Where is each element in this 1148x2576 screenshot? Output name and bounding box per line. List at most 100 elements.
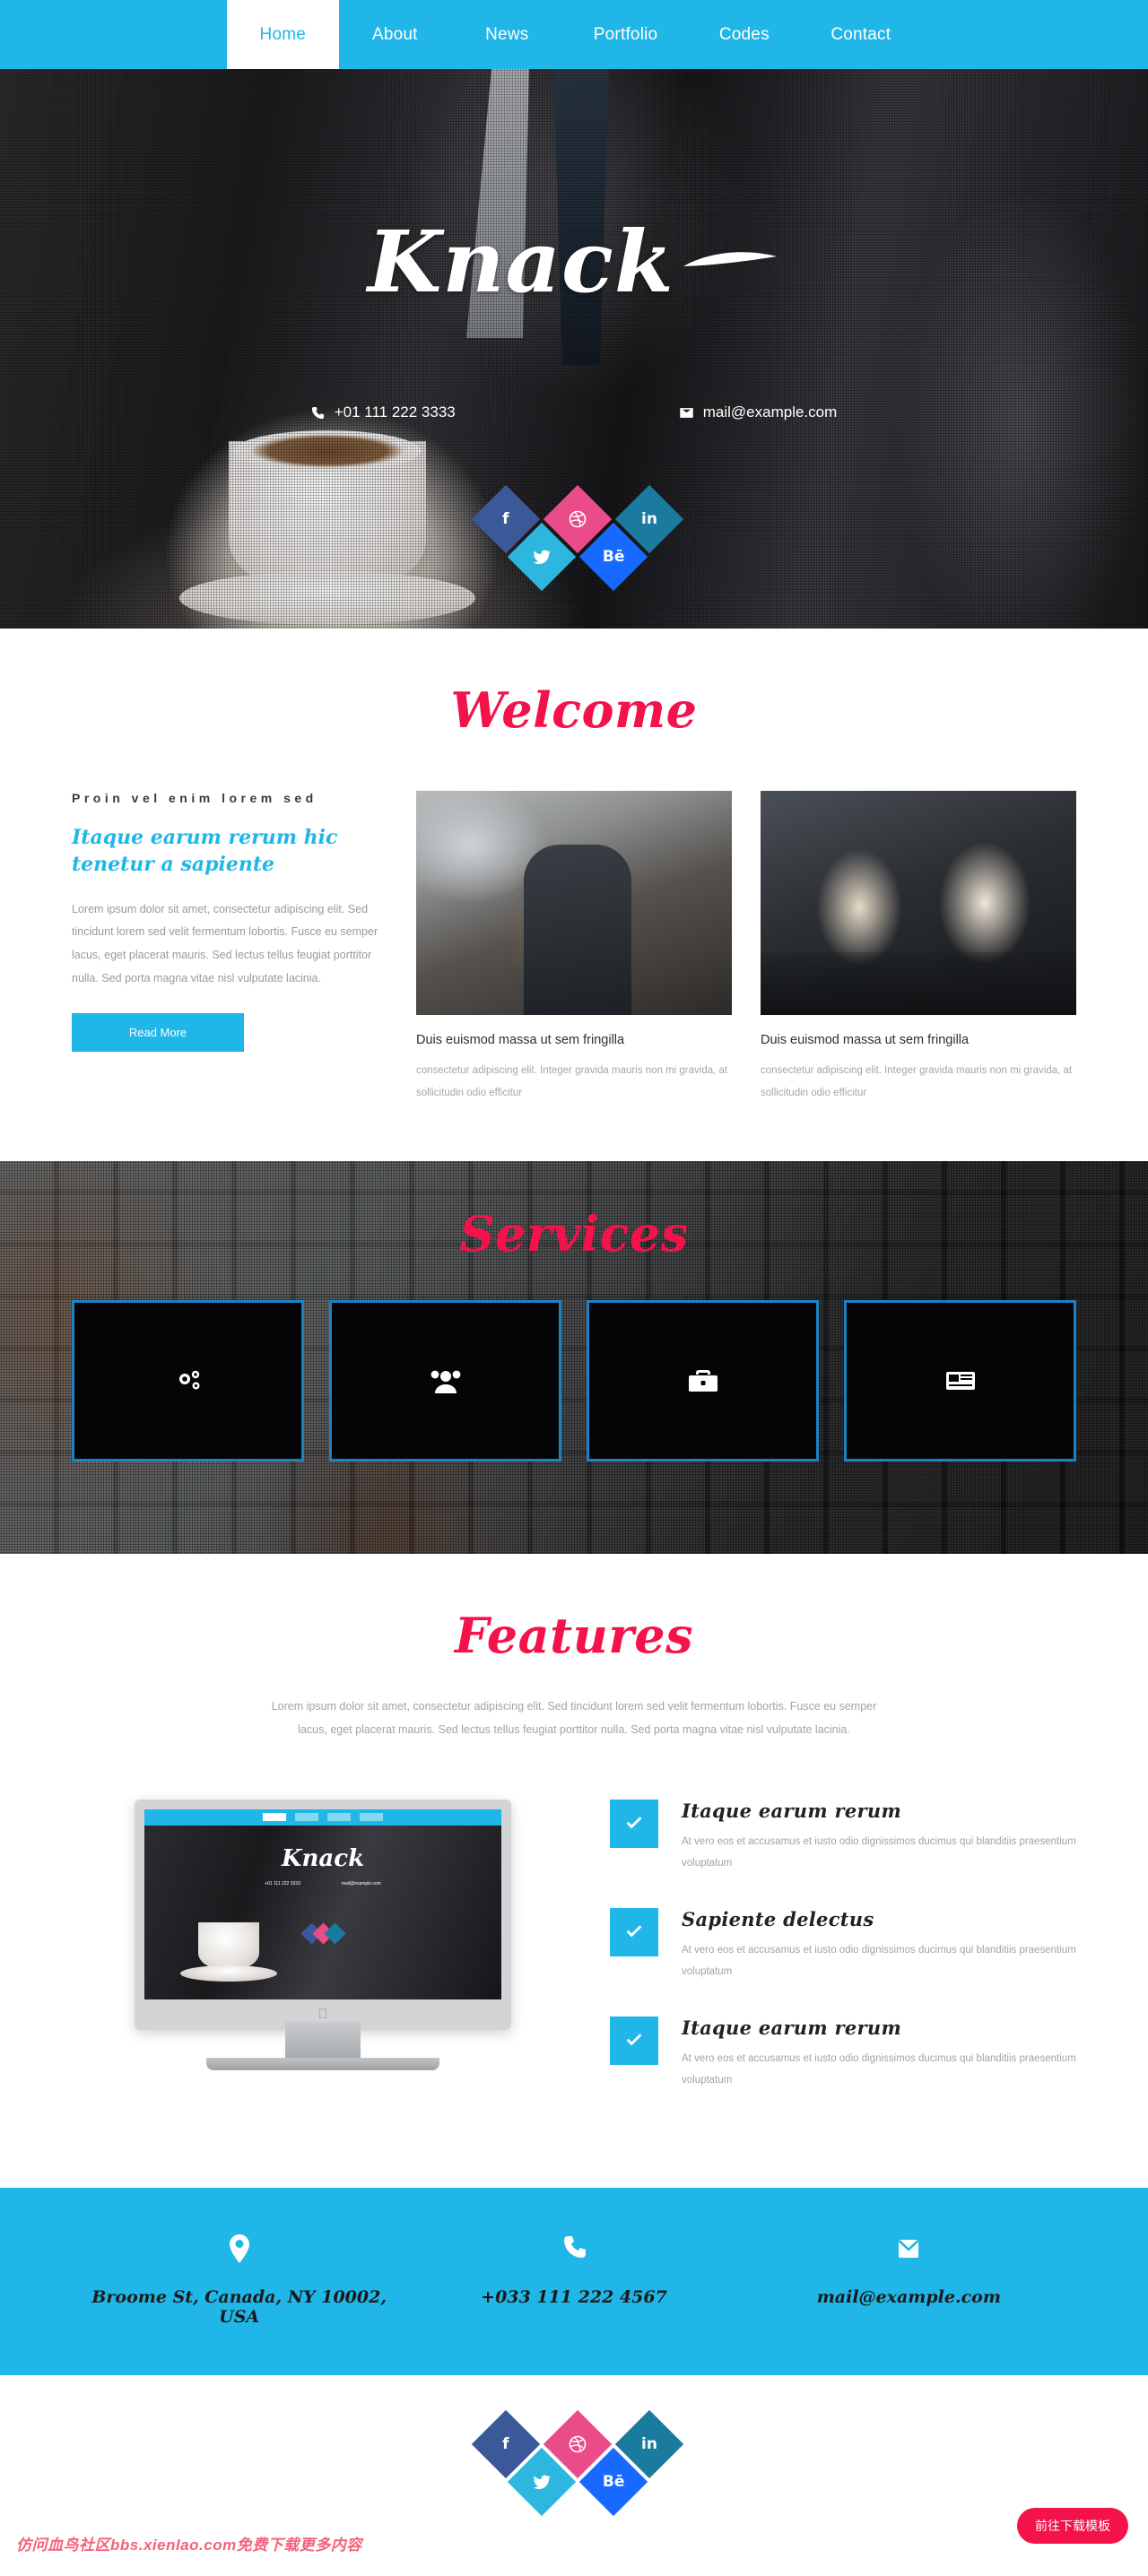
nav-item-portfolio[interactable]: Portfolio <box>563 0 689 69</box>
dribbble-icon <box>569 510 587 528</box>
footer-address-block: Broome St, Canada, NY 10002, USA <box>72 2234 406 2327</box>
download-template-button[interactable]: 前往下载模板 <box>1017 2508 1128 2545</box>
welcome-subheading: Itaque earum rerum hic tenetur a sapient… <box>72 826 338 877</box>
service-box-portfolio[interactable] <box>587 1300 819 1462</box>
mockup-hero: Knack +01 111 222 3333 mail@example.com <box>144 1825 501 1999</box>
welcome-grid: Proin vel enim lorem sed Itaque earum re… <box>72 791 1076 1103</box>
hero-banner: Knack +01 111 222 3333 mail@example.com … <box>0 69 1148 629</box>
facebook-icon: f <box>502 510 509 528</box>
services-title: Services <box>459 1204 689 1262</box>
mockup-nav-item <box>263 1813 286 1822</box>
welcome-text-column: Proin vel enim lorem sed Itaque earum re… <box>72 791 387 1103</box>
footer-bottom: f Bē in 仿问血鸟社区bbs.xienlao.com免费下载更多内容 前往… <box>0 2375 1148 2576</box>
footer-email-text: mail@example.com <box>816 2287 1001 2308</box>
check-badge-1[interactable] <box>610 1799 658 1848</box>
footer-contact-bar: Broome St, Canada, NY 10002, USA +033 11… <box>0 2188 1148 2376</box>
hero-phone[interactable]: +01 111 222 3333 <box>311 403 456 421</box>
feature-body-3: At vero eos et accusamus et iusto odio d… <box>682 2053 1076 2086</box>
nav-item-about[interactable]: About <box>339 0 451 69</box>
check-icon <box>626 1816 642 1828</box>
footer-address-text: Broome St, Canada, NY 10002, USA <box>91 2287 387 2328</box>
nav-item-contact[interactable]: Contact <box>800 0 921 69</box>
footer-social-links: f Bē in <box>0 2410 1148 2517</box>
welcome-card-1-body: consectetur adipiscing elit. Integer gra… <box>416 1065 728 1098</box>
check-icon <box>626 2034 642 2046</box>
mockup-nav-item <box>360 1813 383 1822</box>
mockup-nav <box>144 1808 501 1826</box>
mockup-logo: Knack <box>281 1844 365 1872</box>
twitter-icon <box>533 550 551 564</box>
welcome-body-text: Lorem ipsum dolor sit amet, consectetur … <box>72 902 378 984</box>
welcome-photo-2 <box>761 791 1076 1016</box>
envelope-icon <box>898 2240 919 2259</box>
service-box-settings[interactable] <box>72 1300 304 1462</box>
hero-email-text: mail@example.com <box>702 403 838 421</box>
hero-content: Knack +01 111 222 3333 mail@example.com … <box>0 69 1148 592</box>
welcome-section: Welcome Proin vel enim lorem sed Itaque … <box>0 629 1148 1161</box>
hero-email[interactable]: mail@example.com <box>680 403 838 421</box>
mockup-phone: +01 111 222 3333 <box>265 1880 300 1886</box>
footer-phone-block: +033 111 222 4567 <box>406 2234 741 2327</box>
welcome-eyebrow: Proin vel enim lorem sed <box>72 791 317 806</box>
brand-logo: Knack <box>0 220 1148 305</box>
features-title: Features <box>454 1606 694 1664</box>
features-list: Itaque earum rerum At vero eos et accusa… <box>610 1799 1076 2126</box>
behance-icon: Bē <box>602 548 625 566</box>
welcome-card-1: Duis euismod massa ut sem fringilla cons… <box>416 791 732 1103</box>
mockup-cup <box>198 1921 259 1969</box>
nav-item-news[interactable]: News <box>451 0 563 69</box>
welcome-card-2: Duis euismod massa ut sem fringilla cons… <box>761 791 1076 1103</box>
brand-logo-text: Knack <box>367 212 674 312</box>
features-intro-text: Lorem ipsum dolor sit amet, consectetur … <box>271 1700 877 1737</box>
phone-icon <box>311 406 324 419</box>
facebook-icon: f <box>502 2435 509 2454</box>
envelope-icon <box>680 407 693 418</box>
feature-body-1: At vero eos et accusamus et iusto odio d… <box>682 1835 1076 1869</box>
feature-heading-2: Sapiente delectus <box>682 1907 874 1930</box>
linkedin-icon: in <box>641 2435 657 2454</box>
nav-item-codes[interactable]: Codes <box>688 0 800 69</box>
welcome-card-1-title: Duis euismod massa ut sem fringilla <box>416 1033 625 1048</box>
site-watermark: 仿问血鸟社区bbs.xienlao.com免费下载更多内容 <box>16 2537 362 2554</box>
feature-body-2: At vero eos et accusamus et iusto odio d… <box>682 1944 1076 1977</box>
nav-item-home[interactable]: Home <box>226 0 339 69</box>
feature-item: Itaque earum rerum At vero eos et accusa… <box>610 2017 1076 2091</box>
imac-screen-frame: Knack +01 111 222 3333 mail@example.com <box>135 1799 511 2030</box>
imac-stand-neck <box>285 2021 361 2058</box>
mockup-nav-item <box>327 1813 351 1822</box>
feature-item: Itaque earum rerum At vero eos et accusa… <box>610 1799 1076 1874</box>
services-section: Services <box>0 1160 1148 1554</box>
welcome-title: Welcome <box>450 681 698 739</box>
linkedin-icon: in <box>641 510 657 528</box>
service-box-team[interactable] <box>329 1300 561 1462</box>
imac-screen-content: Knack +01 111 222 3333 mail@example.com <box>144 1808 501 1999</box>
service-box-content[interactable] <box>844 1300 1076 1462</box>
read-more-button[interactable]: Read More <box>72 1013 244 1053</box>
welcome-photo-1 <box>416 791 732 1016</box>
users-icon <box>430 1370 460 1394</box>
mockup-email: mail@example.com <box>341 1880 381 1886</box>
features-section: Features Lorem ipsum dolor sit amet, con… <box>0 1553 1148 2189</box>
mockup-saucer <box>180 1965 277 1982</box>
list-icon <box>945 1372 975 1391</box>
nav-items: Home About News Portfolio Codes Contact <box>226 0 921 69</box>
welcome-card-2-title: Duis euismod massa ut sem fringilla <box>761 1033 970 1048</box>
mockup-nav-item <box>295 1813 318 1822</box>
gears-icon <box>178 1370 199 1390</box>
feature-item: Sapiente delectus At vero eos et accusam… <box>610 1907 1076 1982</box>
check-icon <box>626 1925 642 1938</box>
hero-contact-row: +01 111 222 3333 mail@example.com <box>0 403 1148 421</box>
services-grid <box>72 1300 1076 1462</box>
hero-social-links: f Bē in <box>0 484 1148 592</box>
check-badge-2[interactable] <box>610 1907 658 1956</box>
mockup-contact: +01 111 222 3333 mail@example.com <box>144 1881 501 1886</box>
logo-swash-icon <box>683 252 778 266</box>
phone-icon <box>563 2236 586 2259</box>
check-badge-3[interactable] <box>610 2017 658 2066</box>
feature-heading-3: Itaque earum rerum <box>682 2017 901 2040</box>
features-mockup: Knack +01 111 222 3333 mail@example.com <box>72 1799 574 2070</box>
briefcase-icon <box>688 1370 718 1392</box>
footer-email-block: mail@example.com <box>742 2234 1076 2327</box>
dribbble-icon <box>569 2436 587 2453</box>
footer-phone-text: +033 111 222 4567 <box>481 2287 667 2308</box>
